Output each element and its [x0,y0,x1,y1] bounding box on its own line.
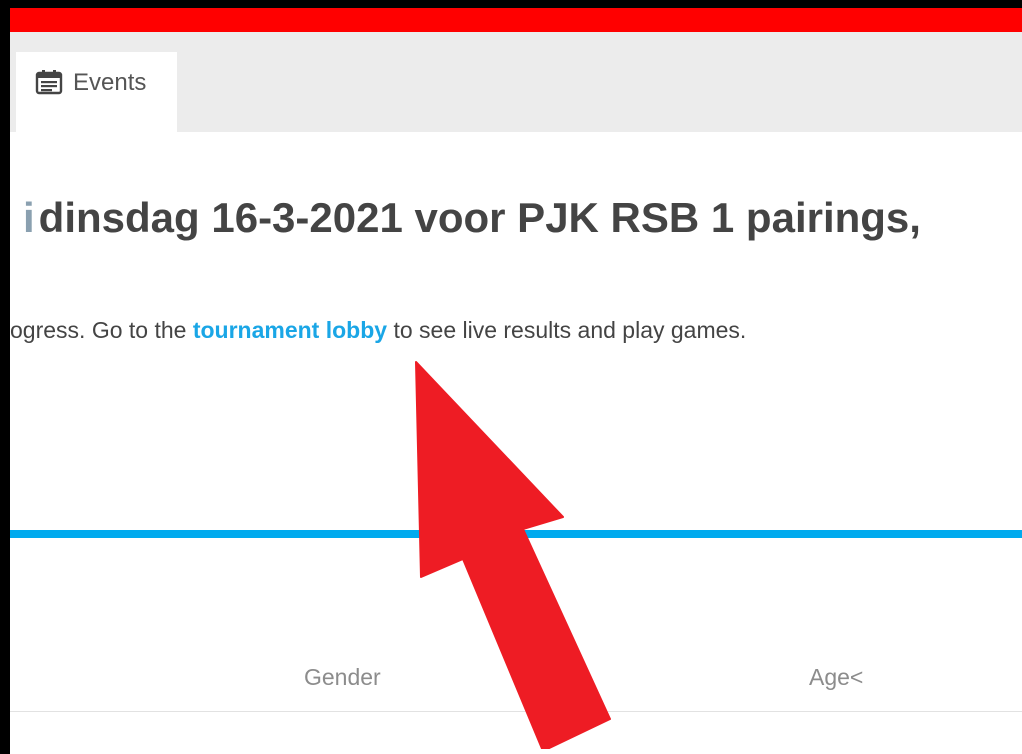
status-suffix: to see live results and play games. [387,317,747,343]
tab-strip: Events [10,32,1022,132]
annotation-arrow-icon [415,361,611,749]
status-prefix: ogress. Go to the [10,317,193,343]
status-message: ogress. Go to the tournament lobby to se… [10,315,746,345]
tab-events[interactable]: Events [16,52,177,132]
tab-events-label: Events [73,69,147,96]
calendar-icon [35,70,63,95]
column-header-gender[interactable]: Gender [304,662,381,692]
screenshot-frame: Events idinsdag 16-3-2021 voor PJK RSB 1… [0,0,1022,754]
page-title: idinsdag 16-3-2021 voor PJK RSB 1 pairin… [23,193,921,243]
page-title-text: dinsdag 16-3-2021 voor PJK RSB 1 pairing… [38,194,921,241]
top-red-bar [10,8,1022,32]
tournament-lobby-link[interactable]: tournament lobby [193,317,387,343]
column-header-age[interactable]: Age< [809,662,863,692]
page-title-lead: i [23,194,35,241]
